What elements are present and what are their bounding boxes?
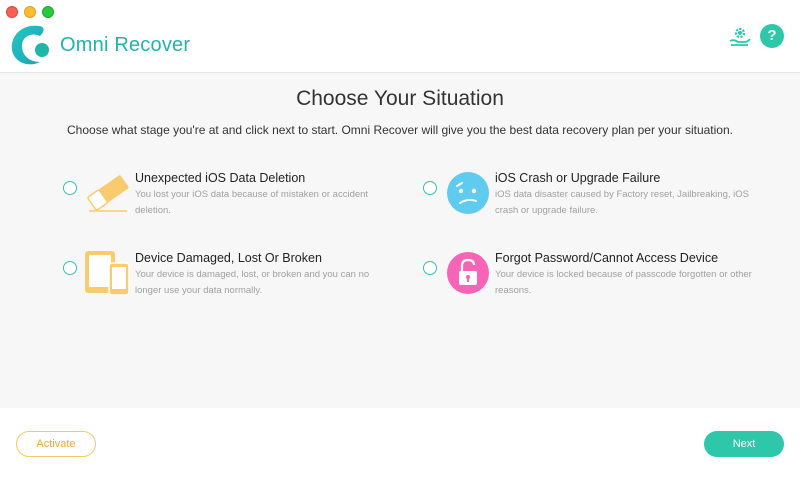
minimize-window-button[interactable]: [24, 6, 36, 18]
page-subtitle: Choose what stage you're at and click ne…: [67, 123, 733, 137]
option-title: Unexpected iOS Data Deletion: [135, 171, 306, 185]
omni-recover-logo-icon: [11, 25, 52, 65]
app-brand-name: Omni Recover: [60, 34, 191, 56]
option-device-damaged[interactable]: Device Damaged, Lost Or Broken Your devi…: [63, 251, 403, 315]
option-title: Forgot Password/Cannot Access Device: [495, 251, 719, 265]
option-title: iOS Crash or Upgrade Failure: [495, 171, 661, 185]
option-radio[interactable]: [423, 261, 437, 275]
option-radio[interactable]: [63, 261, 77, 275]
option-description: Your device is locked because of passcod…: [495, 269, 752, 296]
close-window-button[interactable]: [6, 6, 18, 18]
option-ios-crash[interactable]: iOS Crash or Upgrade Failure iOS data di…: [423, 171, 763, 235]
title-bar: Omni Recover ?: [0, 0, 800, 72]
padlock-icon: [447, 252, 489, 294]
help-button[interactable]: ?: [760, 24, 784, 48]
zoom-window-button[interactable]: [42, 6, 54, 18]
option-radio[interactable]: [423, 181, 437, 195]
activate-button[interactable]: Activate: [16, 431, 96, 457]
eraser-icon: [87, 175, 129, 212]
main-content: Choose Your Situation Choose what stage …: [0, 72, 800, 408]
option-forgot-password[interactable]: Forgot Password/Cannot Access Device You…: [423, 251, 763, 315]
option-description: Your device is damaged, lost, or broken …: [135, 269, 370, 296]
option-radio[interactable]: [63, 181, 77, 195]
devices-icon: [85, 251, 130, 296]
option-description: iOS data disaster caused by Factory rese…: [495, 189, 749, 216]
option-data-deletion[interactable]: Unexpected iOS Data Deletion You lost yo…: [63, 171, 403, 235]
next-button[interactable]: Next: [704, 431, 784, 457]
footer-bar: Activate Next: [0, 408, 800, 480]
option-description: You lost your iOS data because of mistak…: [135, 189, 369, 216]
option-title: Device Damaged, Lost Or Broken: [135, 251, 322, 265]
settings-gear-icon[interactable]: [728, 24, 752, 48]
confused-face-icon: [447, 172, 489, 214]
page-title: Choose Your Situation: [296, 87, 504, 110]
